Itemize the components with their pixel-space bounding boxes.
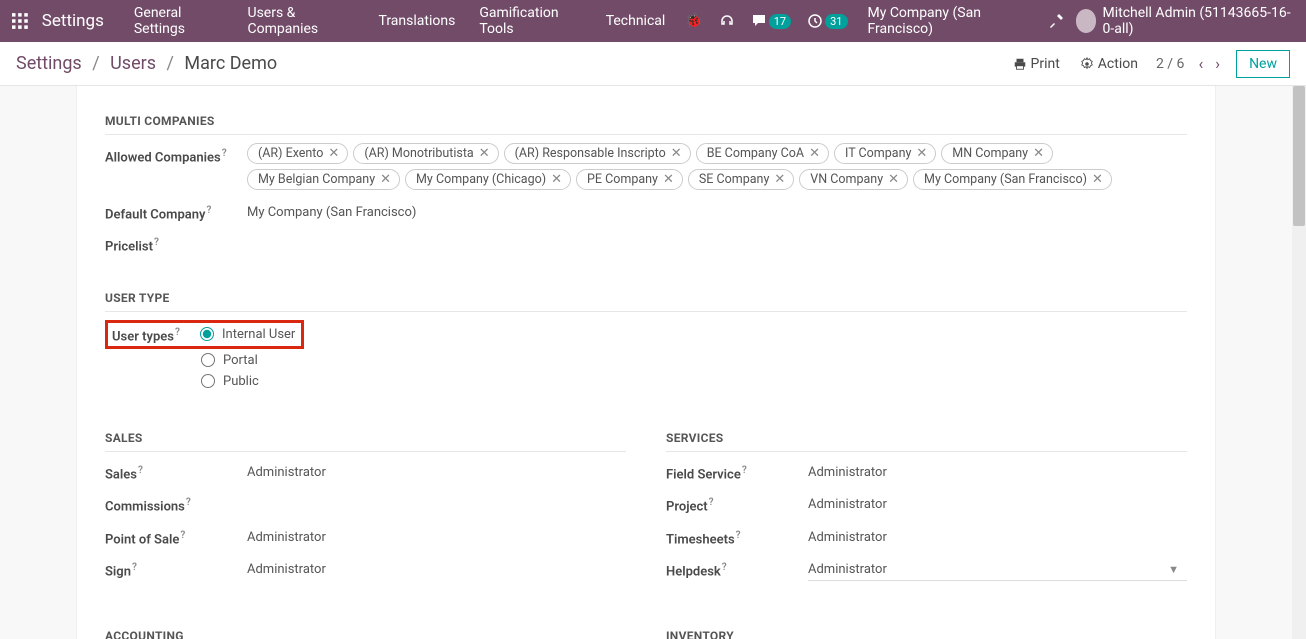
menu-technical[interactable]: Technical	[594, 13, 678, 29]
company-tag[interactable]: BE Company CoA✕	[696, 143, 829, 164]
value-default-company[interactable]: My Company (San Francisco)	[247, 200, 1187, 220]
crumb-current: Marc Demo	[184, 53, 277, 74]
pager-prev[interactable]: ‹	[1192, 54, 1209, 73]
company-tag[interactable]: VN Company✕	[799, 169, 908, 190]
tag-remove-icon[interactable]: ✕	[1091, 172, 1103, 187]
label-allowed-companies: Allowed Companies?	[105, 143, 247, 165]
field-label: Sign?	[105, 557, 247, 579]
tag-remove-icon[interactable]: ✕	[887, 172, 899, 187]
menu-translations[interactable]: Translations	[366, 13, 467, 29]
gear-icon	[1080, 57, 1094, 71]
label-user-types: User types?	[112, 325, 200, 344]
highlight-user-types: User types? Internal User	[105, 320, 304, 349]
company-switcher[interactable]: My Company (San Francisco)	[856, 5, 1040, 37]
action-button[interactable]: Action	[1070, 56, 1148, 72]
pager-text[interactable]: 2 / 6	[1148, 56, 1192, 72]
debug-icon[interactable]: 🐞	[677, 13, 710, 29]
field-label: Project?	[666, 492, 808, 514]
section-sales: SALES	[105, 423, 626, 452]
section-user-type: USER TYPE	[105, 283, 1187, 312]
radio-internal-user[interactable]	[200, 327, 214, 341]
tag-remove-icon[interactable]: ✕	[915, 146, 927, 161]
company-tag[interactable]: My Company (San Francisco)✕	[913, 169, 1112, 190]
activities-icon[interactable]: 31	[799, 13, 855, 29]
messages-badge: 17	[769, 14, 791, 29]
field-value[interactable]: Administrator	[808, 525, 1187, 546]
field-value[interactable]: Administrator	[247, 557, 626, 578]
field-value[interactable]: Administrator	[247, 525, 626, 546]
tools-icon[interactable]	[1040, 13, 1072, 29]
messages-icon[interactable]: 17	[743, 13, 799, 29]
tag-remove-icon[interactable]: ✕	[808, 146, 820, 161]
section-services: SERVICES	[666, 423, 1187, 452]
tag-remove-icon[interactable]: ✕	[662, 172, 674, 187]
label-pricelist: Pricelist?	[105, 232, 247, 254]
tag-remove-icon[interactable]: ✕	[773, 172, 785, 187]
radio-public[interactable]	[201, 374, 215, 388]
company-tag[interactable]: My Belgian Company✕	[247, 169, 400, 190]
control-panel: Settings / Users / Marc Demo Print Actio…	[0, 42, 1306, 86]
menu-gamification[interactable]: Gamification Tools	[467, 5, 593, 37]
section-accounting: ACCOUNTING	[105, 621, 626, 639]
print-icon	[1013, 57, 1027, 71]
tag-remove-icon[interactable]: ✕	[1032, 146, 1044, 161]
new-button[interactable]: New	[1236, 50, 1290, 78]
field-label: Commissions?	[105, 492, 247, 514]
field-label: Helpdesk?	[666, 557, 808, 579]
tag-remove-icon[interactable]: ✕	[670, 146, 682, 161]
company-tag[interactable]: IT Company✕	[834, 143, 936, 164]
company-tag[interactable]: SE Company✕	[688, 169, 794, 190]
section-multi-companies: MULTI COMPANIES	[105, 106, 1187, 135]
radio-portal[interactable]	[201, 353, 215, 367]
tag-remove-icon[interactable]: ✕	[550, 172, 562, 187]
crumb-settings[interactable]: Settings	[16, 53, 82, 74]
company-tag[interactable]: (AR) Responsable Inscripto✕	[504, 143, 691, 164]
radio-label-public: Public	[223, 374, 259, 389]
brand-title[interactable]: Settings	[42, 11, 104, 31]
company-tag[interactable]: (AR) Exento✕	[247, 143, 348, 164]
company-tag[interactable]: PE Company✕	[576, 169, 683, 190]
radio-label-portal: Portal	[223, 353, 258, 368]
breadcrumb: Settings / Users / Marc Demo	[16, 53, 277, 74]
form-sheet: MULTI COMPANIES Allowed Companies? (AR) …	[76, 86, 1216, 639]
menu-general-settings[interactable]: General Settings	[122, 5, 236, 37]
field-value[interactable]	[247, 492, 626, 498]
activities-badge: 31	[825, 14, 847, 29]
crumb-users[interactable]: Users	[110, 53, 156, 74]
chevron-down-icon: ▼	[1168, 563, 1187, 576]
company-tag[interactable]: MN Company✕	[941, 143, 1053, 164]
tag-remove-icon[interactable]: ✕	[478, 146, 490, 161]
value-pricelist[interactable]	[247, 232, 1187, 237]
field-value[interactable]: Administrator	[247, 460, 626, 481]
tag-remove-icon[interactable]: ✕	[379, 172, 391, 187]
user-name: Mitchell Admin (51143665-16-0-all)	[1102, 5, 1294, 37]
section-inventory: INVENTORY	[666, 621, 1187, 639]
field-value[interactable]: Administrator▼	[808, 557, 1187, 581]
field-value[interactable]: Administrator	[808, 460, 1187, 481]
company-tag[interactable]: (AR) Monotributista✕	[353, 143, 498, 164]
menu-users-companies[interactable]: Users & Companies	[235, 5, 366, 37]
support-icon[interactable]	[711, 13, 743, 29]
print-button[interactable]: Print	[1003, 56, 1070, 72]
field-value[interactable]: Administrator	[808, 492, 1187, 513]
field-label: Field Service?	[666, 460, 808, 482]
user-menu[interactable]: Mitchell Admin (51143665-16-0-all)	[1072, 5, 1294, 37]
avatar	[1076, 9, 1097, 33]
top-navbar: Settings General Settings Users & Compan…	[0, 0, 1306, 42]
allowed-companies-tags[interactable]: (AR) Exento✕(AR) Monotributista✕ (AR) Res…	[247, 143, 1187, 190]
company-tag[interactable]: My Company (Chicago)✕	[405, 169, 571, 190]
pager-next[interactable]: ›	[1209, 54, 1226, 73]
tag-remove-icon[interactable]: ✕	[327, 146, 339, 161]
scrollbar-thumb[interactable]	[1293, 86, 1305, 226]
field-label: Timesheets?	[666, 525, 808, 547]
apps-icon[interactable]	[12, 12, 28, 30]
field-label: Sales?	[105, 460, 247, 482]
scrollbar-track[interactable]	[1292, 86, 1306, 639]
label-default-company: Default Company?	[105, 200, 247, 222]
field-label: Point of Sale?	[105, 525, 247, 547]
radio-label-internal: Internal User	[222, 327, 295, 342]
